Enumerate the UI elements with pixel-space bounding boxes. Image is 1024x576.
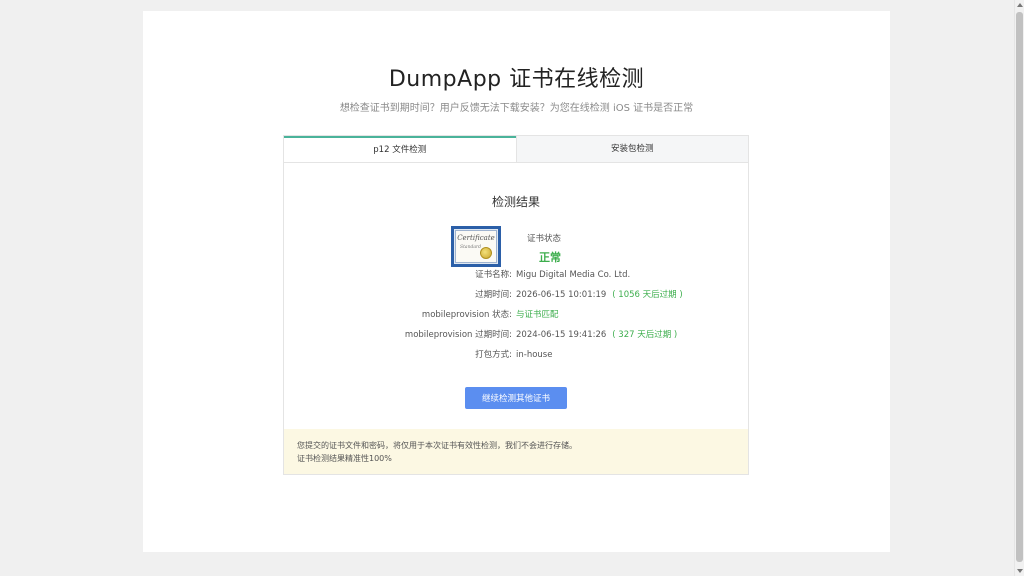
info-key: 打包方式: (475, 350, 512, 360)
notice-line-2: 证书检测结果精准性100% (297, 454, 392, 463)
info-row-provision-status: mobileprovision 状态: 与证书匹配 (284, 308, 750, 322)
info-value: Migu Digital Media Co. Ltd. (516, 270, 631, 280)
info-extra: ( 1056 天后过期 ) (612, 290, 683, 300)
info-row-provision-expiry: mobileprovision 过期时间: 2024-06-15 19:41:2… (284, 328, 750, 342)
privacy-notice: 您提交的证书文件和密码，将仅用于本次证书有效性检测，我们不会进行存储。 证书检测… (284, 429, 748, 474)
certificate-paper: Certificate Standard (455, 230, 497, 263)
certificate-icon: Certificate Standard (451, 226, 501, 267)
scrollbar-thumb[interactable] (1016, 12, 1023, 562)
info-value: 2024-06-15 19:41:26 (516, 330, 607, 340)
info-extra: ( 327 天后过期 ) (612, 330, 678, 340)
info-value-wrap: 2024-06-15 19:41:26 ( 327 天后过期 ) (516, 328, 677, 342)
tab-package-check[interactable]: 安装包检测 (515, 136, 748, 162)
check-card: p12 文件检测 安装包检测 检测结果 Certificate Standard… (283, 135, 749, 475)
scroll-down-icon[interactable] (1017, 569, 1023, 573)
scrollbar[interactable] (1014, 0, 1024, 576)
info-key: 证书名称: (475, 270, 512, 280)
info-row-cert-name: 证书名称: Migu Digital Media Co. Ltd. (284, 268, 750, 282)
certificate-icon-title: Certificate (457, 234, 495, 242)
info-value: 与证书匹配 (516, 310, 559, 320)
certificate-icon-subtitle: Standard (460, 245, 482, 250)
info-row-package-type: 打包方式: in-house (284, 348, 750, 362)
info-value-wrap: 2026-06-15 10:01:19 ( 1056 天后过期 ) (516, 288, 683, 302)
status-label: 证书状态 (527, 234, 562, 244)
info-row-expiry: 过期时间: 2026-06-15 10:01:19 ( 1056 天后过期 ) (284, 288, 750, 302)
info-key: mobileprovision 过期时间: (404, 330, 512, 340)
result-title: 检测结果 (491, 195, 540, 209)
page-title: DumpApp 证书在线检测 (388, 67, 645, 92)
info-key: 过期时间: (475, 290, 512, 300)
continue-check-button[interactable]: 继续检测其他证书 (465, 387, 567, 409)
tab-bar: p12 文件检测 安装包检测 (284, 136, 748, 163)
info-value: 2026-06-15 10:01:19 (516, 290, 607, 300)
page-container: DumpApp 证书在线检测 想检查证书到期时间？用户反馈无法下载安装？为您在线… (143, 11, 890, 552)
page-subtitle: 想检查证书到期时间？用户反馈无法下载安装？为您在线检测 iOS 证书是否正常 (339, 103, 694, 114)
info-value: in-house (516, 350, 553, 360)
notice-line-1: 您提交的证书文件和密码，将仅用于本次证书有效性检测，我们不会进行存储。 (297, 441, 577, 450)
seal-icon (480, 247, 492, 259)
scroll-up-icon[interactable] (1017, 3, 1023, 7)
info-key: mobileprovision 状态: (421, 310, 512, 320)
status-value: 正常 (539, 251, 561, 264)
tab-p12-check[interactable]: p12 文件检测 (284, 136, 516, 162)
